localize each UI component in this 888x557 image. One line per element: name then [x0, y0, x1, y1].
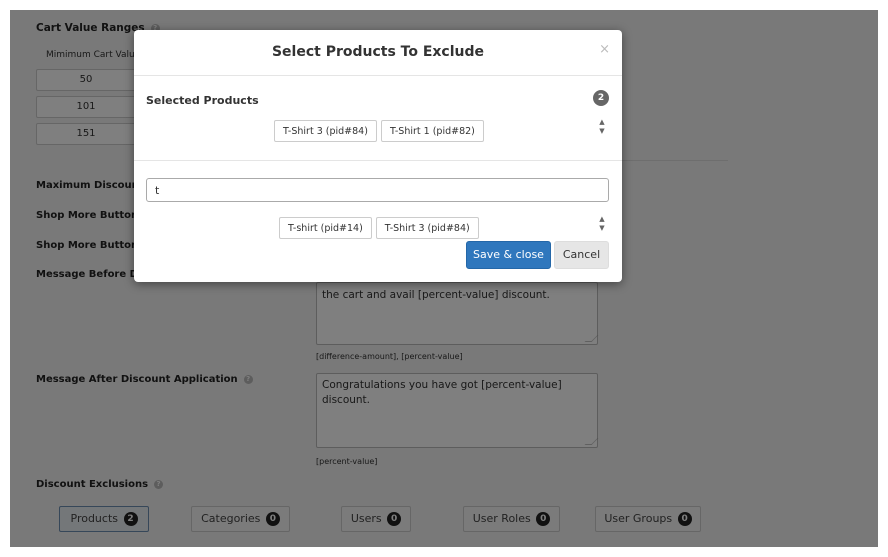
- select-products-modal: Select Products To Exclude × Selected Pr…: [134, 30, 622, 282]
- selected-products-label: Selected Products: [146, 94, 259, 107]
- modal-title: Select Products To Exclude: [271, 44, 485, 60]
- scroll-up-icon[interactable]: ▲: [597, 215, 607, 224]
- selected-count-badge: 2: [593, 90, 609, 106]
- search-result-chip[interactable]: T-shirt (pid#14): [279, 217, 372, 239]
- search-results-list: T-shirt (pid#14) T-Shirt 3 (pid#84): [279, 216, 483, 239]
- selected-product-chip[interactable]: T-Shirt 3 (pid#84): [274, 120, 377, 142]
- selected-product-chip[interactable]: T-Shirt 1 (pid#82): [380, 120, 484, 142]
- selected-products-list: T-Shirt 3 (pid#84) T-Shirt 1 (pid#82): [274, 119, 488, 142]
- scroll-down-icon[interactable]: ▼: [597, 127, 607, 136]
- close-icon[interactable]: ×: [599, 42, 610, 57]
- scroll-up-icon[interactable]: ▲: [597, 118, 607, 127]
- scroll-down-icon[interactable]: ▼: [597, 224, 607, 233]
- section-divider: [134, 160, 622, 161]
- product-search-input[interactable]: [146, 178, 609, 202]
- cancel-button[interactable]: Cancel: [554, 241, 609, 269]
- search-result-chip[interactable]: T-Shirt 3 (pid#84): [375, 217, 479, 239]
- header-divider: [134, 75, 622, 76]
- save-close-button[interactable]: Save & close: [466, 241, 551, 269]
- selected-list-scrollbar[interactable]: ▲ ▼: [597, 118, 607, 136]
- results-list-scrollbar[interactable]: ▲ ▼: [597, 215, 607, 233]
